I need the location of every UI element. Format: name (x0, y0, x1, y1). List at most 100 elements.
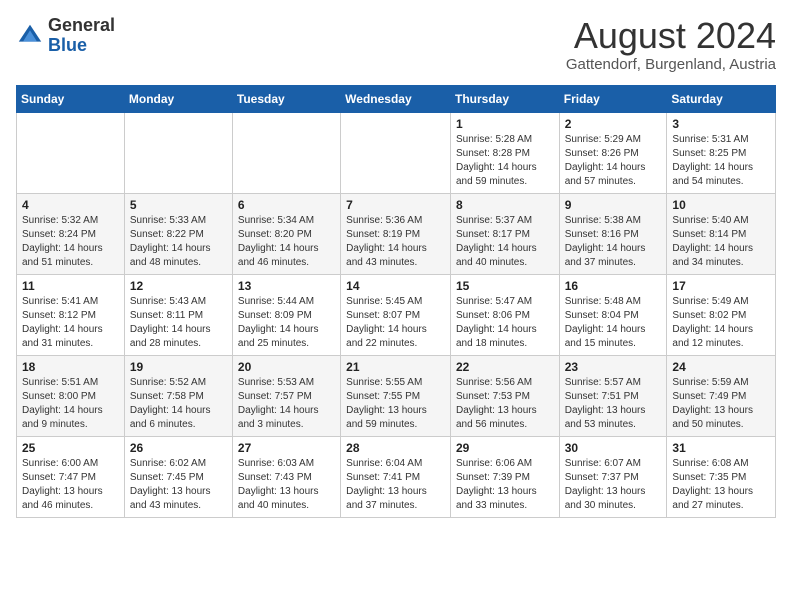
day-number: 21 (346, 360, 445, 374)
calendar-cell: 22Sunrise: 5:56 AMSunset: 7:53 PMDayligh… (450, 355, 559, 436)
calendar-cell: 3 Sunrise: 5:31 AMSunset: 8:25 PMDaylight… (667, 112, 776, 193)
day-info: Sunrise: 6:06 AMSunset: 7:39 PMDaylight:… (456, 457, 554, 513)
calendar-cell: 4 Sunrise: 5:32 AMSunset: 8:24 PMDaylight… (17, 193, 125, 274)
day-info: Sunrise: 5:53 AMSunset: 7:57 PMDaylight:… (238, 376, 335, 432)
logo-blue: Blue (48, 35, 87, 55)
calendar-cell: 20 Sunrise: 5:53 AMSunset: 7:57 PMDayligh… (232, 355, 340, 436)
day-info: Sunrise: 5:48 AMSunset: 8:04 PMDaylight:… (565, 295, 662, 351)
day-number: 8 (456, 198, 554, 212)
calendar-body: 1 Sunrise: 5:28 AMSunset: 8:28 PMDaylight… (17, 112, 776, 517)
col-header-thursday: Thursday (450, 85, 559, 112)
day-info: Sunrise: 5:36 AMSunset: 8:19 PMDaylight:… (346, 214, 445, 270)
day-number: 17 (672, 279, 770, 293)
logo-text: General Blue (48, 16, 115, 56)
logo-general: General (48, 15, 115, 35)
calendar-cell: 31Sunrise: 6:08 AMSunset: 7:35 PMDayligh… (667, 436, 776, 517)
calendar-cell: 7Sunrise: 5:36 AMSunset: 8:19 PMDaylight… (341, 193, 451, 274)
location-subtitle: Gattendorf, Burgenland, Austria (566, 56, 776, 73)
calendar-cell: 25Sunrise: 6:00 AMSunset: 7:47 PMDayligh… (17, 436, 125, 517)
day-number: 6 (238, 198, 335, 212)
calendar-cell: 10 Sunrise: 5:40 AMSunset: 8:14 PMDayligh… (667, 193, 776, 274)
day-info: Sunrise: 6:04 AMSunset: 7:41 PMDaylight:… (346, 457, 445, 513)
day-number: 19 (130, 360, 227, 374)
day-info: Sunrise: 5:44 AMSunset: 8:09 PMDaylight:… (238, 295, 335, 351)
calendar-week-4: 18Sunrise: 5:51 AMSunset: 8:00 PMDayligh… (17, 355, 776, 436)
calendar-week-5: 25Sunrise: 6:00 AMSunset: 7:47 PMDayligh… (17, 436, 776, 517)
col-header-tuesday: Tuesday (232, 85, 340, 112)
calendar-cell: 9Sunrise: 5:38 AMSunset: 8:16 PMDaylight… (559, 193, 667, 274)
day-number: 26 (130, 441, 227, 455)
calendar-cell: 19Sunrise: 5:52 AMSunset: 7:58 PMDayligh… (124, 355, 232, 436)
day-info: Sunrise: 5:34 AMSunset: 8:20 PMDaylight:… (238, 214, 335, 270)
calendar-cell: 26 Sunrise: 6:02 AMSunset: 7:45 PMDayligh… (124, 436, 232, 517)
calendar-cell: 24 Sunrise: 5:59 AMSunset: 7:49 PMDayligh… (667, 355, 776, 436)
calendar-table: SundayMondayTuesdayWednesdayThursdayFrid… (16, 85, 776, 518)
calendar-cell (232, 112, 340, 193)
calendar-cell: 2Sunrise: 5:29 AMSunset: 8:26 PMDaylight… (559, 112, 667, 193)
day-number: 28 (346, 441, 445, 455)
day-info: Sunrise: 5:41 AMSunset: 8:12 PMDaylight:… (22, 295, 119, 351)
day-info: Sunrise: 5:40 AMSunset: 8:14 PMDaylight:… (672, 214, 770, 270)
day-info: Sunrise: 5:32 AMSunset: 8:24 PMDaylight:… (22, 214, 119, 270)
day-number: 1 (456, 117, 554, 131)
calendar-cell: 29 Sunrise: 6:06 AMSunset: 7:39 PMDayligh… (450, 436, 559, 517)
day-number: 15 (456, 279, 554, 293)
page-header: General Blue August 2024 Gattendorf, Bur… (16, 16, 776, 73)
day-info: Sunrise: 5:56 AMSunset: 7:53 PMDaylight:… (456, 376, 554, 432)
day-number: 13 (238, 279, 335, 293)
day-info: Sunrise: 5:45 AMSunset: 8:07 PMDaylight:… (346, 295, 445, 351)
day-info: Sunrise: 5:57 AMSunset: 7:51 PMDaylight:… (565, 376, 662, 432)
day-number: 5 (130, 198, 227, 212)
calendar-week-1: 1 Sunrise: 5:28 AMSunset: 8:28 PMDaylight… (17, 112, 776, 193)
day-info: Sunrise: 5:49 AMSunset: 8:02 PMDaylight:… (672, 295, 770, 351)
day-number: 20 (238, 360, 335, 374)
day-info: Sunrise: 6:00 AMSunset: 7:47 PMDaylight:… (22, 457, 119, 513)
day-info: Sunrise: 5:59 AMSunset: 7:49 PMDaylight:… (672, 376, 770, 432)
day-number: 4 (22, 198, 119, 212)
calendar-cell (341, 112, 451, 193)
day-number: 29 (456, 441, 554, 455)
calendar-cell: 21 Sunrise: 5:55 AMSunset: 7:55 PMDayligh… (341, 355, 451, 436)
title-block: August 2024 Gattendorf, Burgenland, Aust… (566, 16, 776, 73)
day-number: 12 (130, 279, 227, 293)
day-number: 23 (565, 360, 662, 374)
day-number: 9 (565, 198, 662, 212)
day-number: 11 (22, 279, 119, 293)
logo: General Blue (16, 16, 115, 56)
calendar-cell: 28 Sunrise: 6:04 AMSunset: 7:41 PMDayligh… (341, 436, 451, 517)
calendar-cell: 27Sunrise: 6:03 AMSunset: 7:43 PMDayligh… (232, 436, 340, 517)
day-number: 3 (672, 117, 770, 131)
calendar-week-2: 4 Sunrise: 5:32 AMSunset: 8:24 PMDaylight… (17, 193, 776, 274)
day-info: Sunrise: 6:07 AMSunset: 7:37 PMDaylight:… (565, 457, 662, 513)
calendar-cell (17, 112, 125, 193)
col-header-saturday: Saturday (667, 85, 776, 112)
day-info: Sunrise: 6:03 AMSunset: 7:43 PMDaylight:… (238, 457, 335, 513)
calendar-cell: 17 Sunrise: 5:49 AMSunset: 8:02 PMDayligh… (667, 274, 776, 355)
day-info: Sunrise: 6:02 AMSunset: 7:45 PMDaylight:… (130, 457, 227, 513)
logo-icon (16, 22, 44, 50)
calendar-week-3: 11 Sunrise: 5:41 AMSunset: 8:12 PMDayligh… (17, 274, 776, 355)
day-info: Sunrise: 5:33 AMSunset: 8:22 PMDaylight:… (130, 214, 227, 270)
calendar-header: SundayMondayTuesdayWednesdayThursdayFrid… (17, 85, 776, 112)
calendar-cell: 6 Sunrise: 5:34 AMSunset: 8:20 PMDaylight… (232, 193, 340, 274)
col-header-wednesday: Wednesday (341, 85, 451, 112)
day-info: Sunrise: 5:31 AMSunset: 8:25 PMDaylight:… (672, 133, 770, 189)
col-header-sunday: Sunday (17, 85, 125, 112)
calendar-cell: 15Sunrise: 5:47 AMSunset: 8:06 PMDayligh… (450, 274, 559, 355)
day-number: 14 (346, 279, 445, 293)
day-number: 10 (672, 198, 770, 212)
day-info: Sunrise: 5:37 AMSunset: 8:17 PMDaylight:… (456, 214, 554, 270)
calendar-cell: 30Sunrise: 6:07 AMSunset: 7:37 PMDayligh… (559, 436, 667, 517)
calendar-cell: 11 Sunrise: 5:41 AMSunset: 8:12 PMDayligh… (17, 274, 125, 355)
calendar-cell: 13 Sunrise: 5:44 AMSunset: 8:09 PMDayligh… (232, 274, 340, 355)
calendar-cell: 1 Sunrise: 5:28 AMSunset: 8:28 PMDaylight… (450, 112, 559, 193)
day-number: 18 (22, 360, 119, 374)
day-info: Sunrise: 5:28 AMSunset: 8:28 PMDaylight:… (456, 133, 554, 189)
day-number: 24 (672, 360, 770, 374)
day-info: Sunrise: 5:29 AMSunset: 8:26 PMDaylight:… (565, 133, 662, 189)
day-number: 16 (565, 279, 662, 293)
day-info: Sunrise: 6:08 AMSunset: 7:35 PMDaylight:… (672, 457, 770, 513)
col-header-monday: Monday (124, 85, 232, 112)
header-row: SundayMondayTuesdayWednesdayThursdayFrid… (17, 85, 776, 112)
day-info: Sunrise: 5:55 AMSunset: 7:55 PMDaylight:… (346, 376, 445, 432)
